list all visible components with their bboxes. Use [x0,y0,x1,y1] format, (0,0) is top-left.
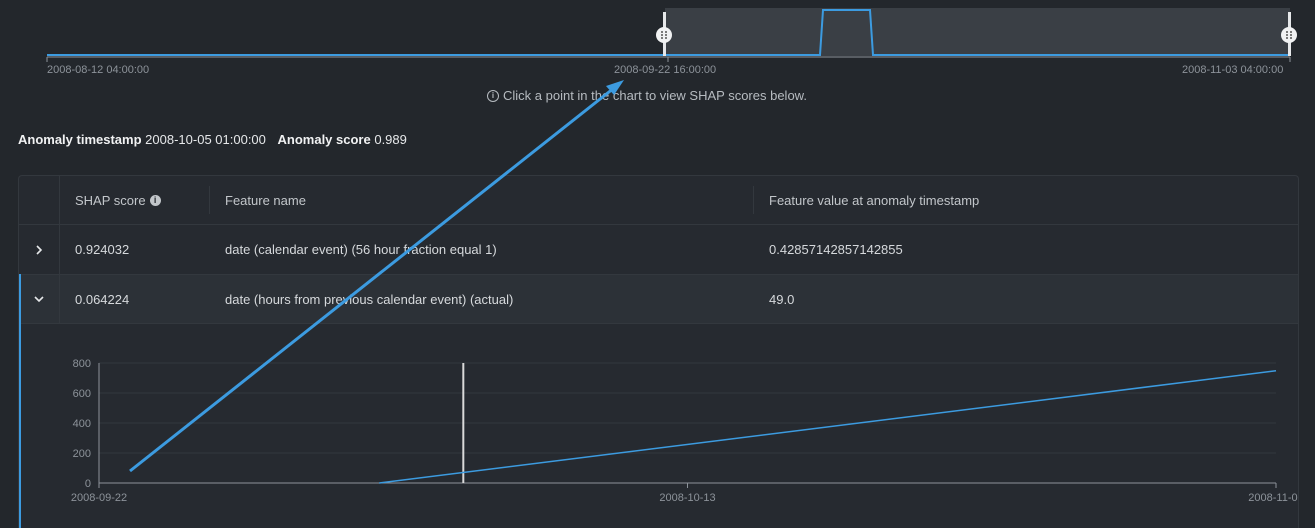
column-header-label: Feature value at anomaly timestamp [769,192,980,208]
anomaly-timestamp-value: 2008-10-05 01:00:00 [145,132,266,147]
chevron-down-icon[interactable] [33,293,45,305]
range-tick-label: 2008-08-12 04:00:00 [47,64,150,76]
feature-name-cell: date (hours from previous calendar event… [225,291,514,307]
chevron-right-icon[interactable] [33,244,45,256]
shap-score-cell: 0.064224 [75,291,130,307]
anomaly-summary: Anomaly timestamp 2008-10-05 01:00:00 An… [18,132,415,147]
feature-detail-chart[interactable]: 800 600 400 200 0 2008-09-22 2008-10-13 2008-11… [19,324,1298,528]
anomaly-score-label: Anomaly score [277,132,371,147]
feature-detail-svg[interactable]: 800 600 400 200 0 2008-09-22 2008-10-13 2008-11… [19,324,1298,528]
x-tick-label: 2008-09-22 [71,492,127,504]
table-header-row: SHAP score i Feature name Feature value … [19,176,1298,225]
anomaly-score-value: 0.989 [374,132,407,147]
y-tick-label: 200 [73,448,91,460]
y-tick-label: 400 [73,418,91,430]
column-divider [753,186,754,214]
x-tick-label: 2008-10-13 [659,492,715,504]
collapse-toggle[interactable] [19,275,60,323]
shap-score-cell: 0.924032 [75,242,130,257]
shap-scores-table: SHAP score i Feature name Feature value … [18,175,1299,528]
column-divider [209,186,210,214]
anomaly-timestamp-label: Anomaly timestamp [18,132,142,147]
table-row[interactable]: 0.924032 date (calendar event) (56 hour … [19,225,1298,275]
chart-hint: i Click a point in the chart to view SHA… [487,88,807,103]
info-icon[interactable]: i [149,194,161,206]
y-tick-label: 800 [73,358,91,370]
feature-name-cell: date (calendar event) (56 hour fraction … [225,242,497,257]
column-header-label: SHAP score [75,192,146,208]
column-header-label: Feature name [225,192,306,208]
selected-range-window[interactable] [665,8,1290,56]
series-line [379,370,1277,484]
column-header-feature-value[interactable]: Feature value at anomaly timestamp [769,176,979,224]
column-header-shap-score[interactable]: SHAP score i [75,176,161,224]
x-tick-label: 2008-11-03 [1248,492,1298,504]
feature-value-cell: 0.42857142857142855 [769,242,903,257]
info-icon: i [487,89,499,102]
range-tick-label: 2008-09-22 16:00:00 [614,64,717,76]
expand-toggle[interactable] [19,225,60,274]
y-tick-label: 0 [85,478,91,490]
time-range-selector[interactable]: 2008-08-12 04:00:00 2008-09-22 16:00:00 … [0,0,1315,110]
table-row-expanded[interactable]: 0.064224 date (hours from previous calen… [19,275,1298,324]
column-header-feature-name[interactable]: Feature name [225,176,306,224]
chart-hint-text: Click a point in the chart to view SHAP … [503,88,807,103]
expand-column-header [19,176,60,224]
y-tick-label: 600 [73,388,91,400]
feature-value-cell: 49.0 [769,291,795,307]
range-overview-chart[interactable] [0,0,1315,70]
range-tick-label: 2008-11-03 04:00:00 [1182,64,1284,76]
